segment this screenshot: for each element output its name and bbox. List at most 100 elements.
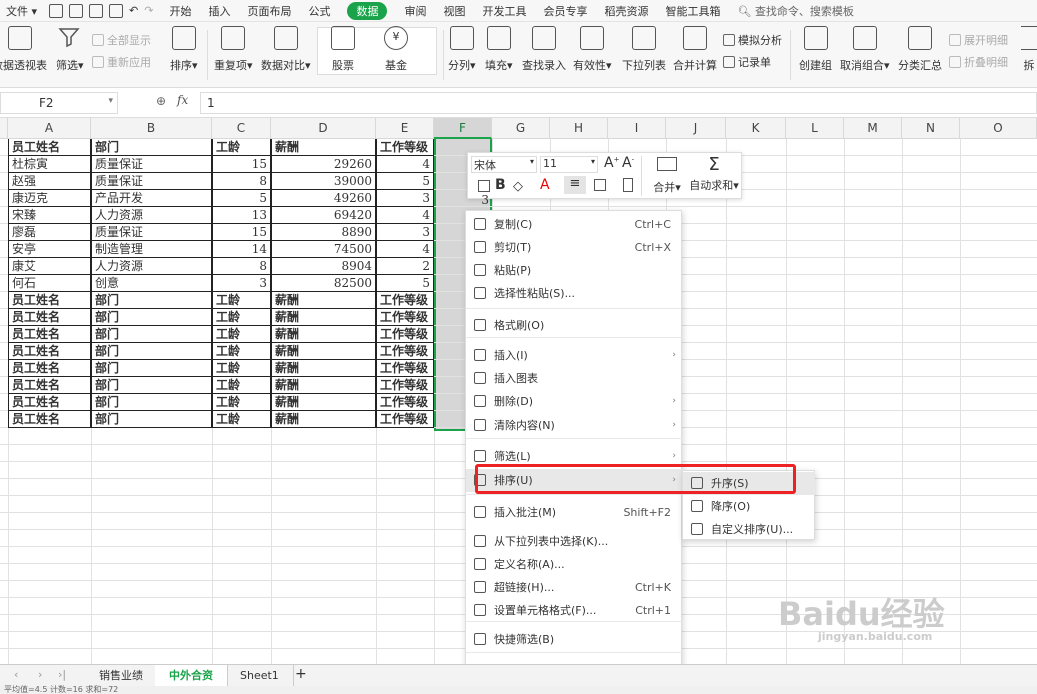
table-cell[interactable]: 康艾: [8, 258, 91, 275]
menu-item-hyperlink[interactable]: 超链接(H)... Ctrl+K: [466, 576, 682, 599]
menu-item-format-painter[interactable]: 格式刷(O): [466, 314, 682, 337]
table-cell[interactable]: 员工姓名: [8, 343, 91, 360]
menu-item-quick-filter[interactable]: 快捷筛选(B): [466, 628, 682, 651]
fill-button[interactable]: 填充▾: [485, 26, 513, 73]
borders-icon[interactable]: [594, 179, 606, 191]
show-all-button[interactable]: 全部显示: [92, 32, 151, 48]
table-cell[interactable]: 4: [376, 241, 434, 258]
duplicates-button[interactable]: 重复项▾: [214, 26, 253, 73]
name-box[interactable]: F2 ▾: [0, 92, 118, 114]
menu-item-insert[interactable]: 插入(I) ›: [466, 344, 682, 367]
merge-button[interactable]: 合并▾: [648, 155, 686, 195]
table-cell[interactable]: 15: [212, 156, 271, 173]
table-cell[interactable]: 部门: [91, 411, 212, 428]
menu-item-clear-contents[interactable]: 清除内容(N) ›: [466, 414, 682, 437]
table-cell[interactable]: 质量保证: [91, 156, 212, 173]
formula-input[interactable]: 1: [200, 92, 1037, 114]
table-cell[interactable]: 廖磊: [8, 224, 91, 241]
tab-formula[interactable]: 公式: [308, 3, 330, 19]
last-sheet-icon[interactable]: ›|: [58, 668, 66, 681]
table-cell[interactable]: 5: [376, 173, 434, 190]
create-group-button[interactable]: 创建组: [799, 26, 832, 73]
table-cell[interactable]: 工作等级: [376, 343, 434, 360]
redo-icon[interactable]: ↷: [144, 4, 153, 17]
fund-button[interactable]: ¥ 基金: [384, 26, 408, 73]
reapply-button[interactable]: 重新应用: [92, 54, 151, 70]
table-cell[interactable]: 4: [376, 156, 434, 173]
table-cell[interactable]: 工作等级: [376, 139, 434, 156]
table-cell[interactable]: 8: [212, 258, 271, 275]
table-cell[interactable]: 员工姓名: [8, 326, 91, 343]
column-header[interactable]: A: [8, 118, 91, 139]
table-cell[interactable]: 何石: [8, 275, 91, 292]
table-cell[interactable]: 8904: [271, 258, 376, 275]
table-cell[interactable]: 部门: [91, 309, 212, 326]
table-cell[interactable]: 2: [376, 258, 434, 275]
table-cell[interactable]: 薪酬: [271, 139, 376, 156]
cell-f5[interactable]: 3: [434, 192, 492, 209]
sheet-tab-sheet1[interactable]: Sheet1: [226, 665, 294, 687]
chevron-down-icon[interactable]: ▾: [108, 96, 113, 106]
dropdown-list-button[interactable]: 下拉列表: [622, 26, 666, 73]
column-header[interactable]: H: [550, 118, 608, 139]
chevron-down-icon[interactable]: ▾: [591, 157, 595, 166]
export-pdf-icon[interactable]: [69, 3, 84, 18]
table-cell[interactable]: 8890: [271, 224, 376, 241]
fill-color-icon[interactable]: ◇: [513, 179, 523, 194]
table-cell[interactable]: 5: [376, 275, 434, 292]
lookup-entry-button[interactable]: 查找录入: [522, 26, 566, 73]
table-cell[interactable]: 质量保证: [91, 173, 212, 190]
menu-item-filter[interactable]: 筛选(L) ›: [466, 445, 682, 468]
table-cell[interactable]: 工龄: [212, 394, 271, 411]
column-header[interactable]: D: [271, 118, 376, 139]
table-cell[interactable]: 3: [212, 275, 271, 292]
select-all-corner[interactable]: [0, 118, 8, 139]
split-button[interactable]: 拆: [1021, 26, 1037, 73]
add-sheet-icon[interactable]: +: [295, 666, 307, 682]
table-cell[interactable]: 员工姓名: [8, 360, 91, 377]
table-cell[interactable]: 4: [376, 207, 434, 224]
table-cell[interactable]: 创意: [91, 275, 212, 292]
chevron-down-icon[interactable]: ▾: [530, 157, 534, 166]
tab-page-layout[interactable]: 页面布局: [247, 3, 291, 19]
pivot-table-button[interactable]: 数据透视表: [0, 26, 47, 73]
table-cell[interactable]: 薪酬: [271, 377, 376, 394]
what-if-analysis-button[interactable]: 模拟分析: [723, 32, 782, 48]
search-commands[interactable]: 🔍︎ 查找命令、搜索模板: [737, 3, 853, 19]
table-cell[interactable]: 13: [212, 207, 271, 224]
menu-item-paste-special[interactable]: 选择性粘贴(S)...: [466, 282, 682, 305]
table-cell[interactable]: 工龄: [212, 292, 271, 309]
table-cell[interactable]: 薪酬: [271, 411, 376, 428]
table-cell[interactable]: 员工姓名: [8, 139, 91, 156]
font-name-select[interactable]: 宋体 ▾: [471, 156, 537, 173]
table-cell[interactable]: 薪酬: [271, 394, 376, 411]
ungroup-button[interactable]: 取消组合▾: [840, 26, 890, 73]
table-cell[interactable]: 14: [212, 241, 271, 258]
table-cell[interactable]: 康迈克: [8, 190, 91, 207]
save-icon[interactable]: [49, 3, 64, 18]
table-cell[interactable]: 工龄: [212, 139, 271, 156]
font-color-icon[interactable]: A: [540, 177, 550, 193]
table-cell[interactable]: 人力资源: [91, 258, 212, 275]
column-header[interactable]: M: [844, 118, 902, 139]
column-header[interactable]: G: [492, 118, 550, 139]
table-cell[interactable]: 薪酬: [271, 326, 376, 343]
collapse-detail-button[interactable]: 折叠明细: [949, 54, 1008, 70]
table-cell[interactable]: 工作等级: [376, 394, 434, 411]
table-cell[interactable]: 部门: [91, 292, 212, 309]
column-header[interactable]: B: [91, 118, 212, 139]
menu-item-paste[interactable]: 粘贴(P): [466, 259, 682, 282]
tab-smart-tools[interactable]: 智能工具箱: [665, 3, 720, 19]
table-cell[interactable]: 工龄: [212, 309, 271, 326]
table-cell[interactable]: 49260: [271, 190, 376, 207]
tab-developer[interactable]: 开发工具: [482, 3, 526, 19]
tab-docer[interactable]: 稻壳资源: [604, 3, 648, 19]
file-menu[interactable]: 文件 ▾: [6, 3, 37, 19]
table-cell[interactable]: 82500: [271, 275, 376, 292]
expand-detail-button[interactable]: 展开明细: [949, 32, 1008, 48]
table-cell[interactable]: 工龄: [212, 343, 271, 360]
column-header[interactable]: L: [786, 118, 844, 139]
increase-font-icon[interactable]: A+: [604, 155, 619, 171]
print-preview-icon[interactable]: [109, 3, 124, 18]
decrease-font-icon[interactable]: A-: [622, 155, 634, 171]
